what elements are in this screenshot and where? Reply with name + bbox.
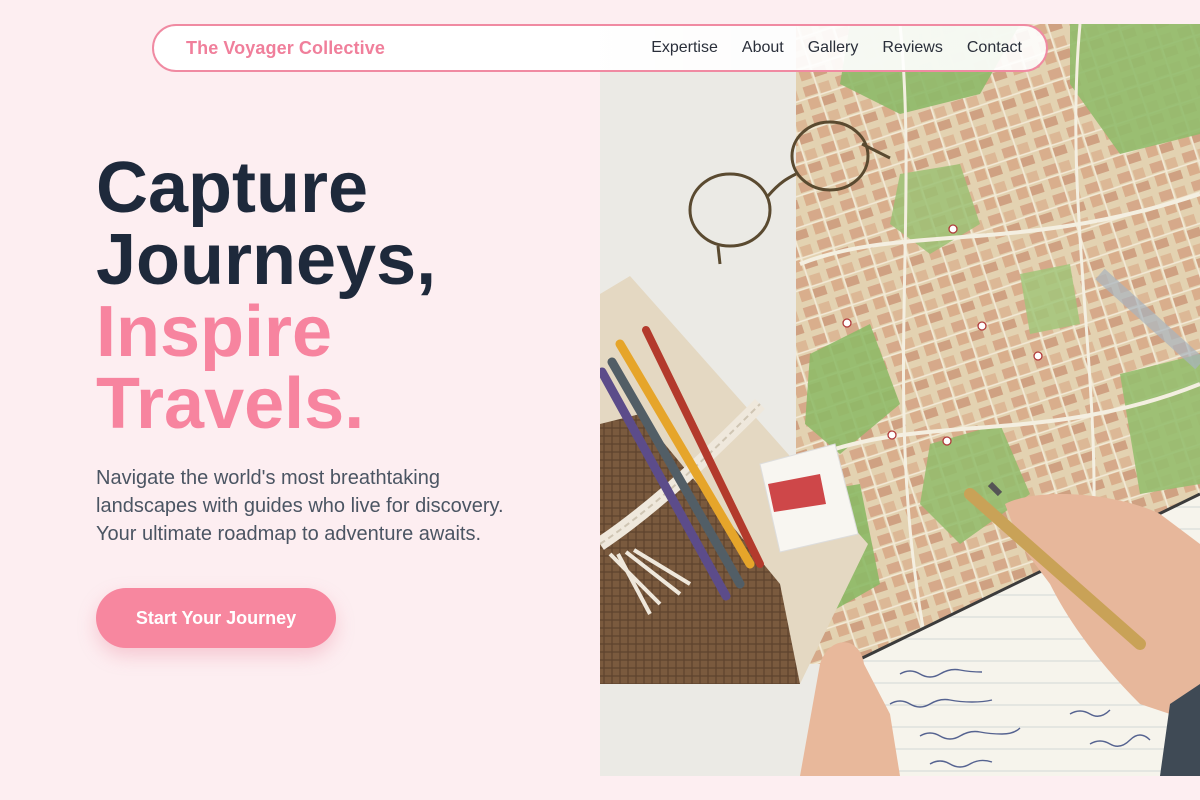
nav-link-gallery[interactable]: Gallery — [808, 39, 859, 57]
hero-image — [600, 24, 1200, 776]
hero-description: Navigate the world's most breathtaking l… — [96, 467, 504, 545]
hero-title-line-2: Journeys, — [96, 220, 437, 300]
nav-link-about[interactable]: About — [742, 39, 784, 57]
hero-title-line-3: Inspire — [96, 292, 333, 372]
hero-title: Capture Journeys, Inspire Travels. — [96, 152, 576, 440]
navbar: The Voyager Collective Expertise About G… — [152, 24, 1048, 72]
nav-link-expertise[interactable]: Expertise — [651, 39, 718, 57]
hero-title-line-4: Travels. — [96, 364, 365, 444]
hero-title-line-1: Capture — [96, 148, 369, 228]
nav-link-reviews[interactable]: Reviews — [882, 39, 942, 57]
start-journey-button[interactable]: Start Your Journey — [96, 588, 336, 648]
nav-links: Expertise About Gallery Reviews Contact — [651, 39, 1022, 57]
nav-link-contact[interactable]: Contact — [967, 39, 1022, 57]
brand-logo-link[interactable]: The Voyager Collective — [186, 38, 385, 59]
